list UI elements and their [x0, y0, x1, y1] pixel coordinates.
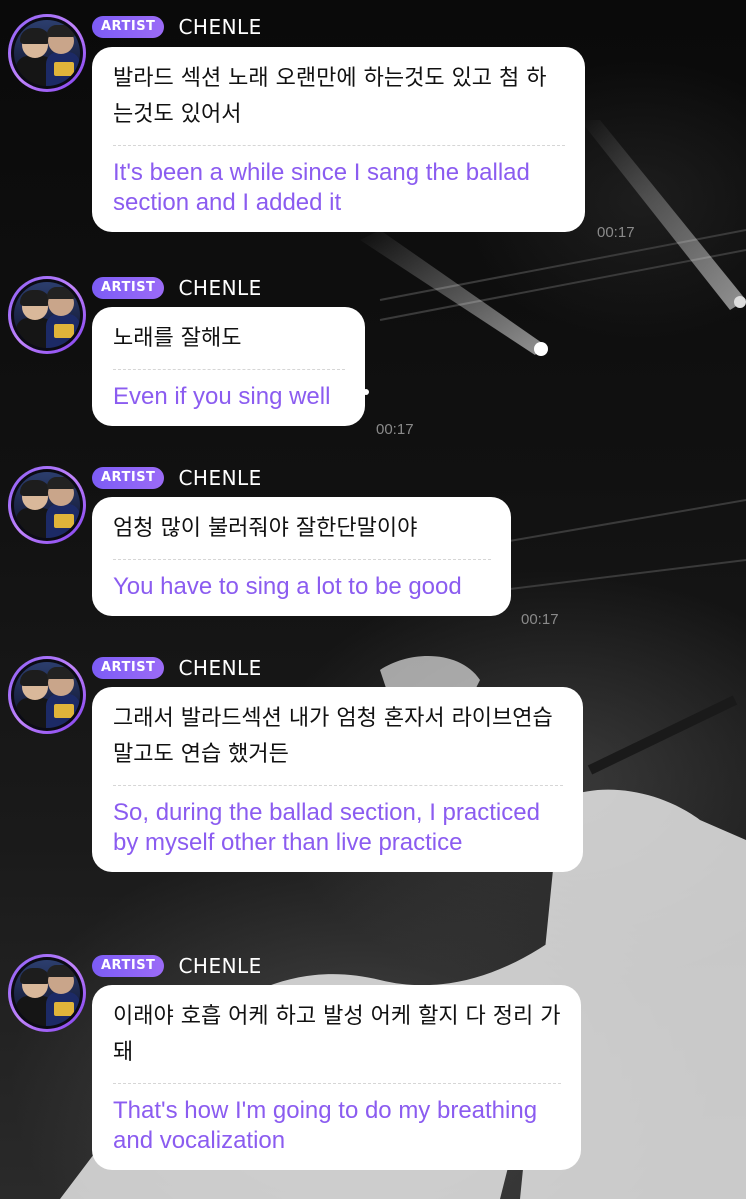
translation-text: It's been a while since I sang the balla…: [113, 159, 530, 216]
artist-name[interactable]: CHENLE: [178, 954, 261, 978]
message-bubble[interactable]: 이래야 호흡 어케 하고 발성 어케 할지 다 정리 가돼 That's how…: [92, 985, 581, 1170]
artist-avatar[interactable]: [8, 954, 86, 1032]
translation-text: That's how I'm going to do my breathing …: [113, 1097, 538, 1154]
artist-badge: ARTIST: [92, 657, 165, 679]
translation-text: Even if you sing well: [113, 383, 331, 410]
translation-text: You have to sing a lot to be good: [113, 573, 462, 600]
artist-badge: ARTIST: [92, 955, 165, 977]
artist-avatar[interactable]: [8, 276, 86, 354]
avatar-photo: [14, 20, 80, 86]
artist-name[interactable]: CHENLE: [178, 276, 261, 300]
korean-text: 이래야 호흡 어케 하고 발성 어케 할지 다 정리 가돼: [113, 1004, 561, 1065]
translation-divider: [113, 1083, 561, 1084]
korean-text: 엄청 많이 불러줘야 잘한단말이야: [113, 516, 418, 541]
artist-name[interactable]: CHENLE: [178, 15, 261, 39]
artist-avatar[interactable]: [8, 14, 86, 92]
message-bubble[interactable]: 엄청 많이 불러줘야 잘한단말이야 You have to sing a lot…: [92, 497, 511, 616]
artist-avatar[interactable]: [8, 656, 86, 734]
timestamp: 00:17: [521, 611, 559, 628]
timestamp: 00:17: [597, 224, 635, 241]
timestamp: 00:17: [376, 421, 414, 438]
artist-name[interactable]: CHENLE: [178, 656, 261, 680]
translation-divider: [113, 785, 563, 786]
artist-avatar[interactable]: [8, 466, 86, 544]
korean-text: 그래서 발라드섹션 내가 엄청 혼자서 라이브연습 말고도 연습 했거든: [113, 706, 553, 767]
translation-divider: [113, 559, 491, 560]
avatar-photo: [14, 662, 80, 728]
avatar-photo: [14, 472, 80, 538]
message-bubble[interactable]: 발라드 섹션 노래 오랜만에 하는것도 있고 첨 하는것도 있어서 It's b…: [92, 47, 585, 232]
korean-text: 노래를 잘해도: [113, 326, 242, 351]
avatar-photo: [14, 960, 80, 1026]
message-bubble[interactable]: 그래서 발라드섹션 내가 엄청 혼자서 라이브연습 말고도 연습 했거든 So,…: [92, 687, 583, 872]
korean-text: 발라드 섹션 노래 오랜만에 하는것도 있고 첨 하는것도 있어서: [113, 66, 547, 127]
artist-name[interactable]: CHENLE: [178, 466, 261, 490]
translation-divider: [113, 369, 345, 370]
artist-badge: ARTIST: [92, 467, 165, 489]
translation-divider: [113, 145, 565, 146]
artist-badge: ARTIST: [92, 16, 165, 38]
message-bubble[interactable]: 노래를 잘해도 Even if you sing well: [92, 307, 365, 426]
artist-badge: ARTIST: [92, 277, 165, 299]
avatar-photo: [14, 282, 80, 348]
translation-text: So, during the ballad section, I practic…: [113, 799, 540, 856]
